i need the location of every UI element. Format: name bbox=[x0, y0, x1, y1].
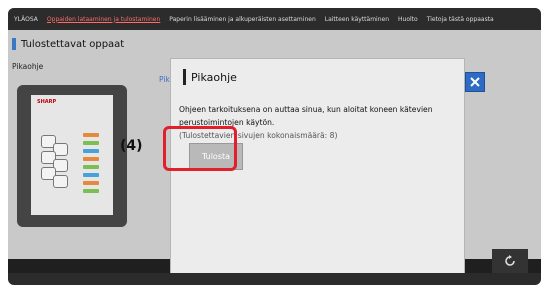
section-label: Pikaohje bbox=[12, 62, 44, 71]
thumbnail-graphic bbox=[83, 157, 99, 161]
thumbnail-graphic bbox=[83, 149, 99, 153]
close-button[interactable] bbox=[465, 72, 485, 92]
tab-download-print-guides[interactable]: Oppaiden lataaminen ja tulostaminen bbox=[47, 16, 160, 23]
close-icon bbox=[470, 77, 480, 87]
thumbnail-graphic bbox=[83, 165, 99, 169]
thumbnail-graphic bbox=[83, 133, 99, 137]
screen: YLÄOSA Oppaiden lataaminen ja tulostamin… bbox=[8, 8, 541, 273]
tab-about-guide[interactable]: Tietoja tästä oppaasta bbox=[427, 16, 494, 23]
guide-thumbnail-card[interactable]: SHARP bbox=[17, 85, 127, 227]
dialog-title-text: Pikaohje bbox=[191, 70, 237, 84]
thumbnail-graphic bbox=[53, 175, 68, 188]
screen-frame: YLÄOSA Oppaiden lataaminen ja tulostamin… bbox=[8, 8, 541, 285]
guide-link[interactable]: Pik bbox=[159, 75, 170, 84]
refresh-icon bbox=[505, 255, 515, 266]
title-accent-bar bbox=[12, 38, 16, 50]
page-title-text: Tulostettavat oppaat bbox=[21, 38, 125, 50]
top-nav: YLÄOSA Oppaiden lataaminen ja tulostamin… bbox=[8, 8, 541, 30]
tab-using-device[interactable]: Laitteen käyttäminen bbox=[325, 16, 389, 23]
step-callout: (4) bbox=[120, 138, 143, 154]
dialog-title: Pikaohje bbox=[183, 69, 237, 85]
back-button[interactable] bbox=[492, 249, 528, 273]
page-title: Tulostettavat oppaat bbox=[12, 38, 124, 50]
guide-thumbnail: SHARP bbox=[31, 95, 113, 215]
thumbnail-graphic bbox=[83, 181, 99, 185]
brand-logo: SHARP bbox=[37, 99, 57, 105]
thumbnail-graphic bbox=[83, 173, 99, 177]
step-highlight-box bbox=[163, 126, 237, 171]
tab-home[interactable]: YLÄOSA bbox=[14, 16, 38, 23]
dialog-title-accent bbox=[183, 69, 186, 85]
tab-maintenance[interactable]: Huolto bbox=[398, 16, 418, 23]
thumbnail-graphic bbox=[83, 141, 99, 145]
tab-loading-paper[interactable]: Paperin lisääminen ja alkuperäisten aset… bbox=[169, 16, 315, 23]
thumbnail-graphic bbox=[83, 189, 99, 193]
